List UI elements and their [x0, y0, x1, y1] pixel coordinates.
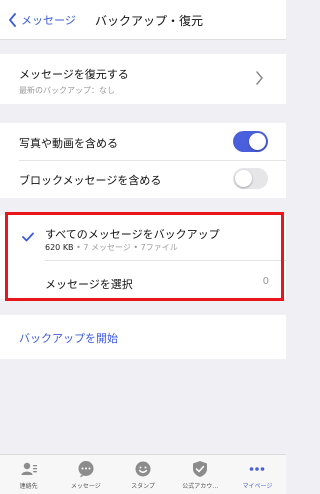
tab-label: 公式アカウ… [182, 483, 219, 490]
backup-section: すべてのメッセージをバックアップ 620 KB • 7 メッセージ • 7ファイ… [0, 215, 286, 299]
backup-all-row[interactable]: すべてのメッセージをバックアップ 620 KB • 7 メッセージ • 7ファイ… [0, 215, 286, 259]
tab-label: マイページ [242, 483, 273, 490]
more-icon [250, 467, 265, 471]
chevron-right-icon [256, 71, 263, 85]
options-section: 写真や動画を含める ブロックメッセージを含める [0, 123, 286, 198]
tab-my-page[interactable]: マイページ [229, 455, 286, 494]
backup-detail: 620 KB • 7 メッセージ • 7ファイル [45, 242, 178, 253]
divider [19, 160, 286, 161]
contacts-icon [21, 462, 37, 475]
restore-subtitle: 最新のバックアップ：なし [19, 86, 115, 95]
backup-all-label: すべてのメッセージをバックアップ [45, 228, 220, 241]
tab-messages[interactable]: メッセージ [57, 455, 114, 494]
selected-count: 0 [262, 276, 269, 287]
chat-icon [78, 461, 94, 478]
toggle-knob [249, 133, 266, 150]
start-backup-row[interactable]: バックアップを開始 [0, 315, 286, 359]
select-messages-label: メッセージを選択 [45, 278, 133, 291]
restore-title: メッセージを復元する [19, 68, 129, 81]
tab-stickers[interactable]: スタンプ [114, 455, 171, 494]
backup-size: 620 KB [45, 243, 74, 252]
page-title: バックアップ・復元 [94, 14, 203, 28]
sticker-icon [135, 461, 151, 477]
tab-label: 連絡先 [19, 483, 38, 490]
start-backup-link[interactable]: バックアップを開始 [19, 330, 118, 346]
tab-bar: 連絡先 メッセージ スタンプ 公式アカウ… マイページ [0, 454, 286, 494]
include-media-label: 写真や動画を含める [19, 137, 118, 150]
backup-counts: • 7 メッセージ • 7ファイル [73, 243, 178, 252]
tab-official-accounts[interactable]: 公式アカウ… [172, 455, 229, 494]
shield-icon [193, 461, 208, 477]
include-blocked-label: ブロックメッセージを含める [19, 174, 162, 187]
checkmark-icon [22, 232, 34, 242]
include-blocked-toggle[interactable] [233, 168, 268, 189]
toggle-knob [235, 170, 252, 187]
tab-label: スタンプ [131, 483, 155, 490]
tab-label: メッセージ [70, 483, 101, 490]
navbar: メッセージ バックアップ・復元 [0, 0, 286, 40]
select-messages-row[interactable]: メッセージを選択 0 [0, 261, 286, 299]
tab-contacts[interactable]: 連絡先 [0, 455, 57, 494]
include-media-toggle[interactable] [233, 131, 268, 152]
restore-row[interactable]: メッセージを復元する 最新のバックアップ：なし [0, 54, 286, 104]
